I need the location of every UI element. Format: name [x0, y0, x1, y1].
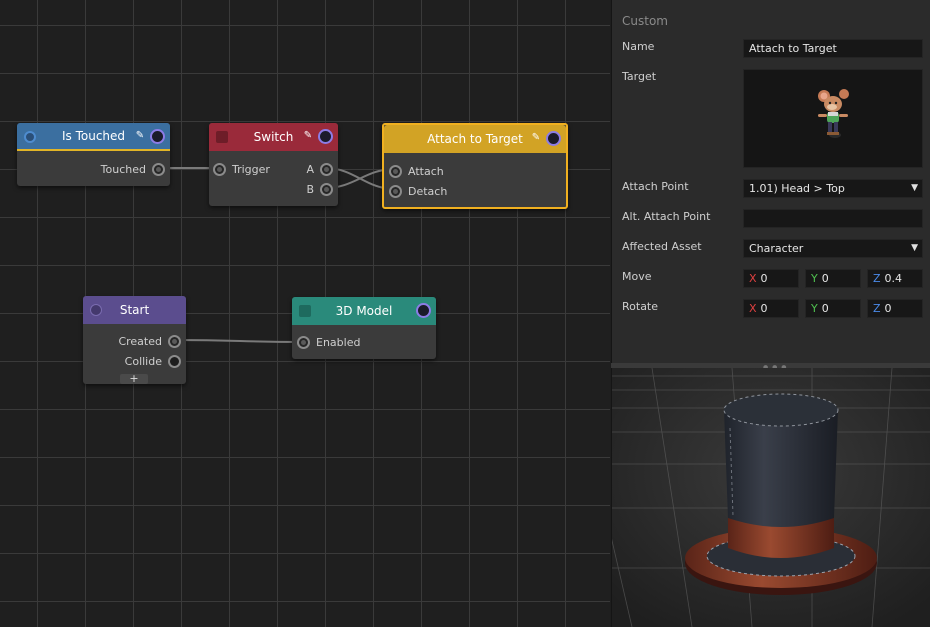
- rotate-label: Rotate: [622, 300, 659, 313]
- output-port-a[interactable]: [320, 162, 333, 176]
- port-row-collide: Collide: [125, 352, 181, 370]
- top-hat-preview: [612, 368, 930, 627]
- port-label: Detach: [408, 184, 448, 198]
- move-y-field[interactable]: Y0: [805, 269, 861, 288]
- play-icon: [90, 304, 102, 316]
- input-port-attach[interactable]: [389, 164, 402, 178]
- name-field[interactable]: Attach to Target: [743, 39, 923, 58]
- node-header[interactable]: Switch ✎: [209, 123, 338, 151]
- y-axis-label: Y: [811, 302, 818, 315]
- node-title: Start: [119, 303, 150, 317]
- event-icon: [24, 131, 36, 143]
- alt-attach-field[interactable]: [743, 209, 923, 228]
- move-y-value: 0: [821, 272, 829, 285]
- port-label: Collide: [124, 354, 162, 368]
- name-label: Name: [622, 40, 655, 53]
- add-port-button[interactable]: +: [120, 373, 148, 384]
- port-label: Touched: [100, 162, 146, 176]
- node-title: Is Touched: [61, 129, 126, 143]
- rotate-z-value: 0: [884, 302, 892, 315]
- chevron-down-icon: ▼: [911, 243, 918, 253]
- flow-output-port[interactable]: [546, 131, 561, 146]
- port-row-detach: Detach: [389, 182, 447, 200]
- port-row-touched: Touched: [101, 160, 165, 178]
- input-port-enabled[interactable]: [297, 335, 310, 349]
- cube-icon: [299, 305, 311, 317]
- port-row-trigger: Trigger: [213, 160, 270, 178]
- flow-output-port[interactable]: [416, 303, 431, 318]
- pencil-icon[interactable]: ✎: [134, 130, 146, 142]
- attach-point-value: 1.01) Head > Top: [749, 182, 845, 195]
- inspector-panel: Custom Name Attach to Target Target Atta: [611, 0, 930, 363]
- input-port-detach[interactable]: [389, 184, 402, 198]
- output-port-b[interactable]: [320, 182, 333, 196]
- flow-output-port[interactable]: [318, 129, 333, 144]
- switch-icon: [216, 131, 228, 143]
- x-axis-label: X: [749, 272, 757, 285]
- port-row-attach: Attach: [389, 162, 444, 180]
- rotate-y-field[interactable]: Y0: [805, 299, 861, 318]
- port-row-a: A: [306, 160, 333, 178]
- rotate-y-value: 0: [821, 302, 829, 315]
- affected-asset-value: Character: [749, 242, 804, 255]
- z-axis-label: Z: [873, 272, 881, 285]
- z-axis-label: Z: [873, 302, 881, 315]
- affected-asset-label: Affected Asset: [622, 240, 702, 253]
- node-attach-to-target[interactable]: Attach to Target ✎ Attach Detach: [382, 123, 568, 209]
- attach-point-label: Attach Point: [622, 180, 689, 193]
- port-row-enabled: Enabled: [297, 333, 360, 351]
- move-x-value: 0: [760, 272, 768, 285]
- y-axis-label: Y: [811, 272, 818, 285]
- port-label: Created: [118, 334, 162, 348]
- 3d-viewport[interactable]: [611, 368, 930, 627]
- node-header[interactable]: Is Touched ✎: [17, 123, 170, 151]
- port-label: A: [306, 162, 314, 176]
- node-3d-model[interactable]: 3D Model Enabled: [292, 297, 436, 359]
- rotate-x-field[interactable]: X0: [743, 299, 799, 318]
- port-label: Enabled: [316, 335, 361, 349]
- node-switch[interactable]: Switch ✎ Trigger A B: [209, 123, 338, 206]
- port-label: Attach: [408, 164, 444, 178]
- pencil-icon[interactable]: ✎: [302, 130, 314, 142]
- input-port-trigger[interactable]: [213, 162, 226, 176]
- move-label: Move: [622, 270, 652, 283]
- output-port-collide[interactable]: [168, 354, 181, 368]
- character-preview-image: [818, 89, 849, 138]
- node-header[interactable]: Attach to Target ✎: [384, 125, 566, 153]
- node-graph-canvas[interactable]: Is Touched ✎ Touched Switch ✎ Trigger A …: [0, 0, 610, 627]
- attach-point-select[interactable]: 1.01) Head > Top ▼: [743, 179, 923, 198]
- move-z-value: 0.4: [884, 272, 903, 285]
- node-header[interactable]: Start: [83, 296, 186, 324]
- port-label: Trigger: [232, 162, 270, 176]
- target-label: Target: [622, 70, 657, 83]
- node-start[interactable]: Start Created Collide +: [83, 296, 186, 384]
- output-port-created[interactable]: [168, 334, 181, 348]
- node-title: Switch: [253, 130, 294, 144]
- section-title: Custom: [622, 14, 668, 28]
- output-port-touched[interactable]: [152, 162, 165, 176]
- pencil-icon[interactable]: ✎: [530, 132, 542, 144]
- node-header[interactable]: 3D Model: [292, 297, 436, 325]
- rotate-x-value: 0: [760, 302, 768, 315]
- flow-output-port[interactable]: [150, 129, 165, 144]
- node-title: 3D Model: [335, 304, 393, 318]
- port-label: B: [306, 182, 314, 196]
- wire-created-enabled: [173, 339, 305, 343]
- port-row-created: Created: [118, 332, 181, 350]
- node-title: Attach to Target: [427, 132, 523, 146]
- alt-attach-label: Alt. Attach Point: [622, 210, 711, 223]
- chevron-down-icon: ▼: [911, 183, 918, 193]
- rotate-z-field[interactable]: Z0: [867, 299, 923, 318]
- move-z-field[interactable]: Z 0.4: [867, 269, 923, 288]
- affected-asset-select[interactable]: Character ▼: [743, 239, 923, 258]
- move-x-field[interactable]: X0: [743, 269, 799, 288]
- node-is-touched[interactable]: Is Touched ✎ Touched: [17, 123, 170, 186]
- x-axis-label: X: [749, 302, 757, 315]
- port-row-b: B: [306, 180, 333, 198]
- target-thumbnail[interactable]: [743, 69, 923, 168]
